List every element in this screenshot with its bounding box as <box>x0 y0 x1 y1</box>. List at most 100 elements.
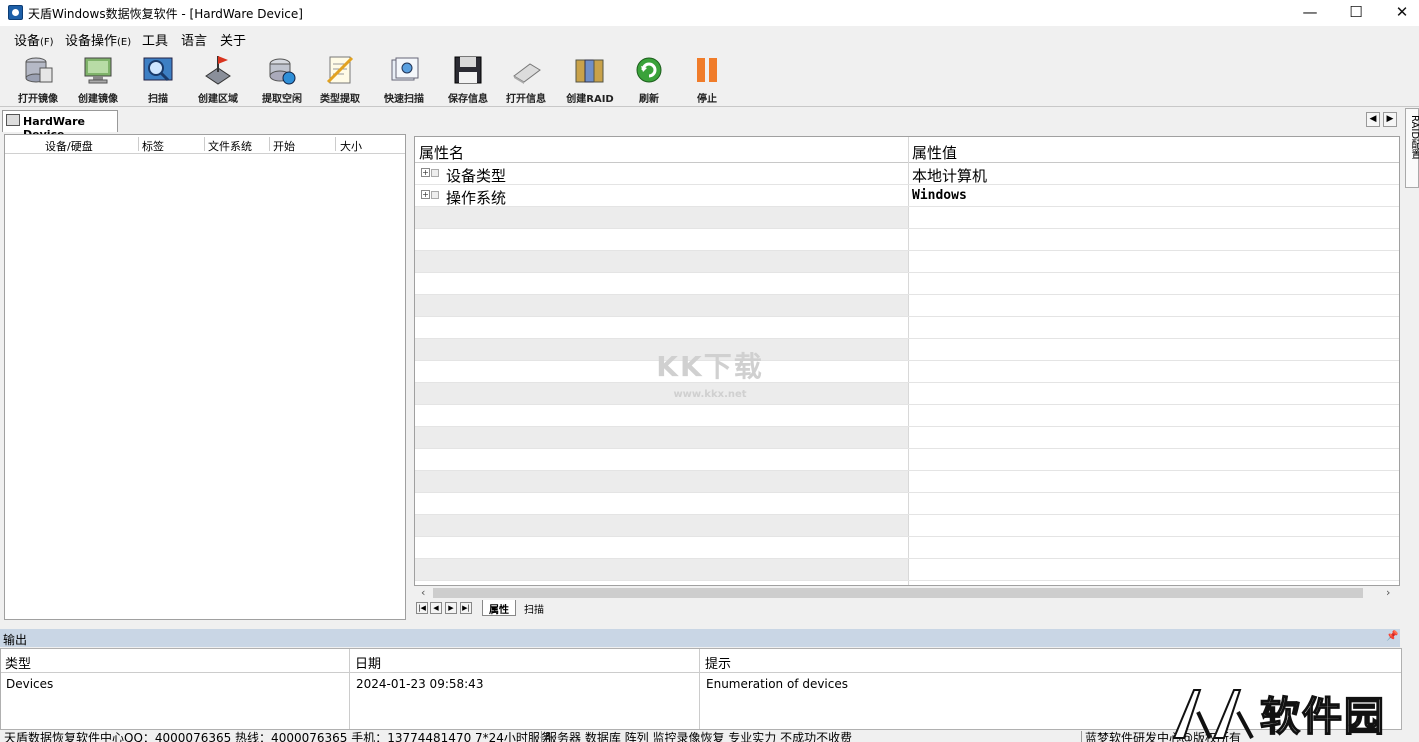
empty-row <box>415 405 1399 427</box>
hardware-device-tab[interactable]: HardWare Device <box>2 110 118 141</box>
scan-label: 扫描 <box>148 94 168 105</box>
first-sheet-icon[interactable]: |◀ <box>416 602 428 614</box>
corner-logo-text: 软件园 <box>1259 693 1386 741</box>
output-row-type: Devices <box>6 677 54 691</box>
tab-scroll-right-icon[interactable]: ▶ <box>1383 112 1397 127</box>
property-node-icon <box>431 169 439 177</box>
empty-row <box>415 295 1399 317</box>
create-region-button[interactable]: 创建区域 <box>188 54 248 105</box>
scrollbar-thumb[interactable] <box>433 588 1363 598</box>
raid-config-side-tab[interactable]: RAID配置 <box>1405 108 1419 188</box>
stop-button[interactable]: 停止 <box>677 54 737 105</box>
property-row[interactable]: + 操作系统 Windows <box>415 185 1399 207</box>
menu-device-ops-label: 设备操作 <box>65 34 118 49</box>
column-divider <box>349 649 350 729</box>
column-divider[interactable] <box>269 137 270 151</box>
open-image-label: 打开镜像 <box>18 94 58 105</box>
open-info-icon <box>513 63 541 84</box>
tab-properties[interactable]: 属性 <box>482 600 516 616</box>
column-divider <box>699 649 700 729</box>
open-image-button[interactable]: 打开镜像 <box>8 54 68 105</box>
property-row[interactable]: + 设备类型 本地计算机 <box>415 163 1399 185</box>
quick-scan-button[interactable]: 快速扫描 <box>374 54 434 105</box>
create-image-button[interactable]: 创建镜像 <box>68 54 128 105</box>
menu-language[interactable]: 语言 <box>181 30 207 49</box>
scroll-right-icon[interactable]: › <box>1386 586 1390 599</box>
open-image-icon <box>25 57 53 83</box>
stop-icon <box>697 58 717 82</box>
tab-scan[interactable]: 扫描 <box>518 600 550 616</box>
scroll-left-icon[interactable]: ‹ <box>421 586 425 599</box>
status-services: 服务器 数据库 阵列 监控录像恢复 专业实力 不成功不收费 <box>545 731 853 742</box>
extract-free-icon <box>269 58 296 85</box>
menu-about[interactable]: 关于 <box>220 30 246 49</box>
stop-label: 停止 <box>697 94 717 105</box>
tab-scroll-left-icon[interactable]: ◀ <box>1366 112 1380 127</box>
refresh-icon <box>636 57 662 83</box>
property-value: Windows <box>912 188 967 203</box>
extract-free-button[interactable]: 提取空闲 <box>252 54 312 105</box>
create-raid-icon <box>575 59 604 83</box>
create-raid-label: 创建RAID <box>566 94 614 105</box>
extract-free-label: 提取空闲 <box>262 94 302 105</box>
empty-row <box>415 339 1399 361</box>
title-bar: 天盾Windows数据恢复软件 - [HardWare Device] — ☐ … <box>0 0 1419 26</box>
device-list-header: 设备/硬盘 标签 文件系统 开始 大小 <box>5 135 405 154</box>
create-raid-button[interactable]: 创建RAID <box>560 54 620 105</box>
output-row-hint: Enumeration of devices <box>706 677 849 691</box>
scan-icon <box>143 57 173 82</box>
menu-device-ops[interactable]: 设备操作(E) <box>65 30 131 49</box>
column-divider[interactable] <box>138 137 139 151</box>
status-divider <box>541 731 542 742</box>
col-property-value[interactable]: 属性值 <box>912 142 957 163</box>
window-title: 天盾Windows数据恢复软件 - [HardWare Device] <box>28 7 303 21</box>
column-divider[interactable] <box>335 137 336 151</box>
raid-config-label: RAID配置 <box>1409 115 1419 160</box>
last-sheet-icon[interactable]: ▶| <box>460 602 472 614</box>
col-filesystem[interactable]: 文件系统 <box>208 138 252 154</box>
menu-device[interactable]: 设备(F) <box>14 30 54 49</box>
empty-row <box>415 207 1399 229</box>
property-name: 设备类型 <box>446 167 507 185</box>
refresh-label: 刷新 <box>639 94 659 105</box>
expand-plus-icon[interactable]: + <box>421 190 430 199</box>
save-info-button[interactable]: 保存信息 <box>438 54 498 105</box>
prev-sheet-icon[interactable]: ◀ <box>430 602 442 614</box>
empty-row <box>415 427 1399 449</box>
refresh-button[interactable]: 刷新 <box>619 54 679 105</box>
col-type[interactable]: 类型 <box>5 653 31 672</box>
output-pane-titlebar: 输出 📌 <box>0 629 1400 647</box>
menu-device-label: 设备 <box>14 34 41 49</box>
scan-button[interactable]: 扫描 <box>128 54 188 105</box>
col-label[interactable]: 标签 <box>142 138 164 154</box>
col-device-disk[interactable]: 设备/硬盘 <box>45 138 93 154</box>
create-region-label: 创建区域 <box>198 94 238 105</box>
col-size[interactable]: 大小 <box>340 138 362 154</box>
status-divider <box>1081 731 1082 742</box>
next-sheet-icon[interactable]: ▶ <box>445 602 457 614</box>
col-start[interactable]: 开始 <box>273 138 295 154</box>
output-header: 类型 日期 提示 <box>1 649 1401 673</box>
type-extract-button[interactable]: 类型提取 <box>310 54 370 105</box>
empty-row <box>415 383 1399 405</box>
corner-watermark-logo: 软件园 <box>1170 682 1410 741</box>
output-row-date: 2024-01-23 09:58:43 <box>356 677 484 691</box>
empty-row <box>415 251 1399 273</box>
empty-row <box>415 493 1399 515</box>
empty-row <box>415 361 1399 383</box>
menu-device-ops-key: (E) <box>117 37 132 48</box>
col-property-name[interactable]: 属性名 <box>419 142 464 163</box>
minimize-button[interactable]: — <box>1287 0 1333 26</box>
pin-icon[interactable]: 📌 <box>1386 631 1398 642</box>
col-hint[interactable]: 提示 <box>705 653 731 672</box>
column-divider[interactable] <box>204 137 205 151</box>
horizontal-scrollbar[interactable]: ‹ › <box>415 586 1399 600</box>
empty-row <box>415 515 1399 537</box>
sheet-tabs: |◀ ◀ ▶ ▶| 属性 扫描 <box>414 600 714 618</box>
menu-tools[interactable]: 工具 <box>142 30 168 49</box>
expand-plus-icon[interactable]: + <box>421 168 430 177</box>
maximize-button[interactable]: ☐ <box>1333 0 1379 26</box>
close-button[interactable]: ✕ <box>1379 0 1419 26</box>
open-info-button[interactable]: 打开信息 <box>496 54 556 105</box>
col-date[interactable]: 日期 <box>355 653 381 672</box>
